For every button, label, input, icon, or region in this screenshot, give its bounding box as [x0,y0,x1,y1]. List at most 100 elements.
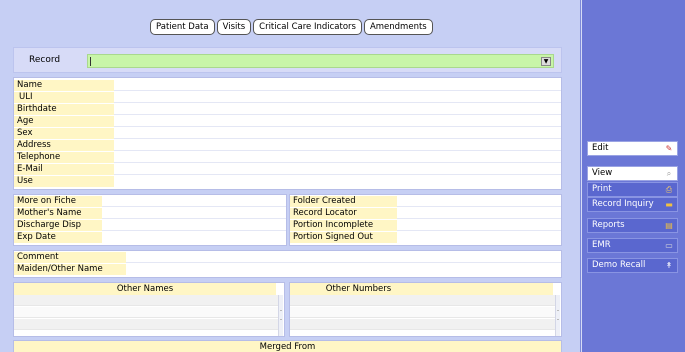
record-inquiry-button[interactable]: Record Inquiry ▬ [587,197,678,212]
tab-visits[interactable]: Visits [216,19,252,35]
list-item[interactable] [290,295,556,306]
record-locator-label: Record Locator [290,208,397,219]
edit-label: Edit [592,143,609,153]
merged-from-header: Merged From [14,341,561,352]
email-value [114,164,561,175]
field-row-sex: Sex [14,128,561,139]
pin-icon: ↟ [665,261,673,270]
field-row-exp-date: Exp Date [14,232,286,243]
name-label: Name [14,80,114,91]
comment-panel: Comment Maiden/Other Name [13,250,562,278]
address-label: Address [14,140,114,151]
fiche-right-panel: Folder Created Record Locator Portion In… [289,194,562,246]
record-bar: Record ▼ [13,47,562,73]
print-label: Print [592,184,612,194]
printer-icon: ⎙ [665,185,673,194]
text-cursor [90,57,91,66]
exp-date-label: Exp Date [14,232,102,243]
tab-bar: Patient Data Visits Critical Care Indica… [150,19,433,35]
uli-value [114,92,561,103]
list-item[interactable] [290,319,556,330]
birthdate-label: Birthdate [14,104,114,115]
other-numbers-grid: Other Numbers [289,282,562,337]
document-icon: ▭ [665,241,673,250]
reports-label: Reports [592,220,625,230]
more-on-fiche-label: More on Fiche [14,196,102,207]
scrollbar[interactable] [555,295,560,336]
reports-button[interactable]: Reports ▤ [587,218,678,233]
chevron-down-icon[interactable]: ▼ [541,57,551,66]
tab-critical-care-indicators[interactable]: Critical Care Indicators [253,19,362,35]
record-inquiry-label: Record Inquiry [592,199,654,209]
record-select[interactable]: ▼ [87,54,554,68]
tab-amendments[interactable]: Amendments [363,19,433,35]
demo-recall-button[interactable]: Demo Recall ↟ [587,258,678,273]
fiche-left-panel: More on Fiche Mother's Name Discharge Di… [13,194,287,246]
merged-from-panel: Merged From [13,340,562,352]
other-names-header: Other Names [14,283,276,295]
scrollbar[interactable] [278,295,283,336]
folder-created-label: Folder Created [290,196,397,207]
use-value [114,176,561,187]
main-content: Patient Data Visits Critical Care Indica… [0,0,581,352]
pencil-icon: ✎ [665,144,673,153]
telephone-label: Telephone [14,152,114,163]
field-row-address: Address [14,140,561,151]
list-item[interactable] [14,319,279,330]
other-numbers-header-col2 [427,283,553,295]
other-names-grid: Other Names [13,282,285,337]
field-row-portion-incomplete: Portion Incomplete [290,220,561,231]
telephone-value [114,152,561,163]
portion-incomplete-label: Portion Incomplete [290,220,397,231]
birthdate-value [114,104,561,115]
discharge-disp-label: Discharge Disp [14,220,102,231]
field-row-folder-created: Folder Created [290,196,561,207]
field-row-use: Use [14,176,561,187]
field-row-uli: ULI [14,92,561,103]
age-label: Age [14,116,114,127]
maiden-name-label: Maiden/Other Name [14,264,126,275]
scroll-grip-icon [557,310,559,320]
record-label: Record [29,55,61,65]
field-row-name: Name [14,80,561,91]
comment-label: Comment [14,252,126,263]
sex-label: Sex [14,128,114,139]
name-value [114,80,561,91]
other-numbers-header: Other Numbers [290,283,427,295]
emr-button[interactable]: EMR ▭ [587,238,678,253]
report-icon: ▤ [665,221,673,230]
use-label: Use [14,176,114,187]
folder-icon: ▬ [665,200,673,209]
field-row-birthdate: Birthdate [14,104,561,115]
field-row-portion-signed-out: Portion Signed Out [290,232,561,243]
list-item[interactable] [290,307,556,318]
print-button[interactable]: Print ⎙ [587,182,678,197]
field-row-comment: Comment [14,252,561,263]
list-item[interactable] [14,295,279,306]
magnifier-icon: ⌕ [666,169,672,178]
field-row-maiden-name: Maiden/Other Name [14,264,561,275]
view-button[interactable]: View ⌕ [587,166,678,181]
field-row-record-locator: Record Locator [290,208,561,219]
mothers-name-label: Mother's Name [14,208,102,219]
sidebar: Edit ✎ View ⌕ Print ⎙ Record Inquiry ▬ R… [582,0,685,352]
view-label: View [592,168,613,178]
scroll-grip-icon [280,310,282,320]
demographics-panel: Name ULI Birthdate Age Sex Address Telep… [13,77,562,190]
field-row-more-on-fiche: More on Fiche [14,196,286,207]
list-item[interactable] [14,307,279,318]
email-label: E-Mail [14,164,114,175]
edit-button[interactable]: Edit ✎ [587,141,678,156]
field-row-telephone: Telephone [14,152,561,163]
sex-value [114,128,561,139]
field-row-email: E-Mail [14,164,561,175]
address-value [114,140,561,151]
age-value [114,116,561,127]
emr-label: EMR [592,240,611,250]
demo-recall-label: Demo Recall [592,260,646,270]
field-row-age: Age [14,116,561,127]
field-row-discharge-disp: Discharge Disp [14,220,286,231]
uli-label: ULI [14,92,114,103]
portion-signed-out-label: Portion Signed Out [290,232,397,243]
tab-patient-data[interactable]: Patient Data [150,19,215,35]
